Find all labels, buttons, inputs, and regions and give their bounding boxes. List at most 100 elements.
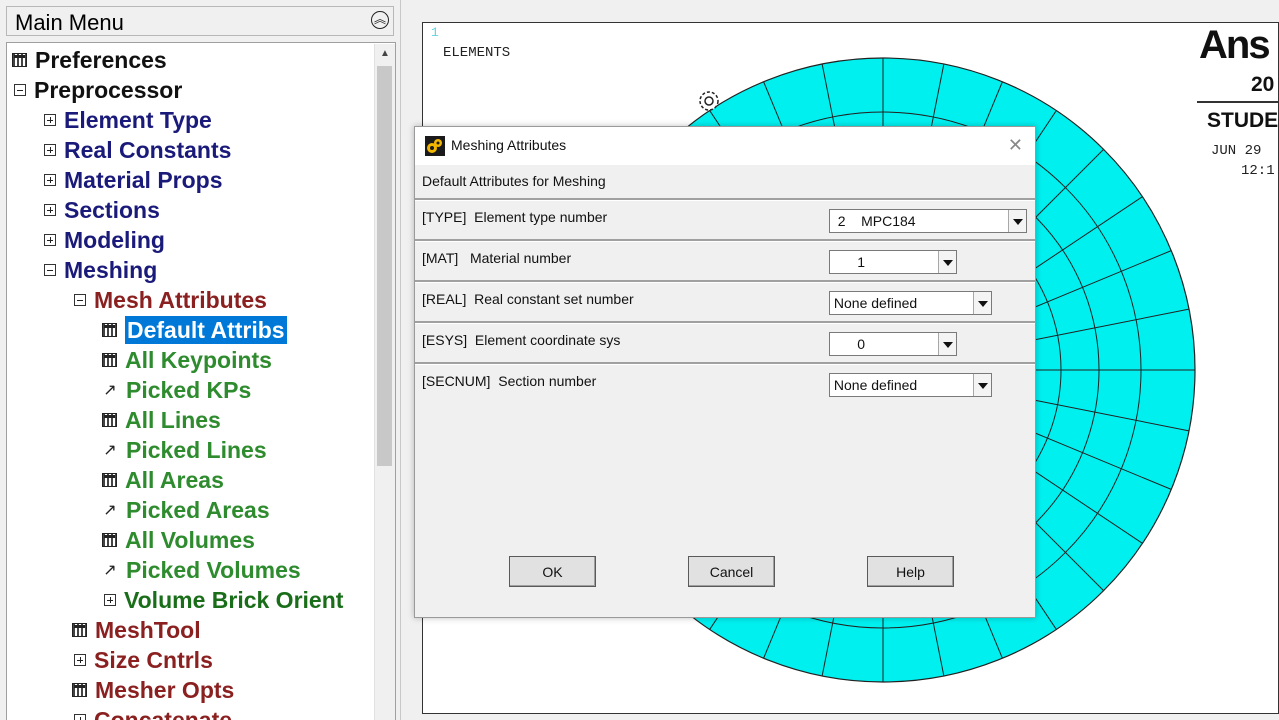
expand-icon[interactable]	[74, 713, 86, 720]
expand-icon[interactable]	[104, 593, 116, 606]
logo-edition: STUDE	[1207, 109, 1279, 132]
calculator-icon	[102, 322, 117, 337]
menu-item-material-props[interactable]: Material Props	[44, 165, 223, 195]
row-separator	[415, 362, 1035, 365]
help-button[interactable]: Help	[867, 556, 954, 587]
menu-item-label: Modeling	[64, 227, 165, 253]
menu-item-all-areas[interactable]: All Areas	[102, 465, 224, 495]
menu-item-label: All Volumes	[125, 527, 255, 553]
row-separator	[415, 198, 1035, 201]
chevron-down-icon[interactable]	[938, 333, 956, 355]
window-number: 1	[431, 25, 439, 40]
busy-gear-icon	[699, 91, 719, 111]
calculator-icon	[72, 622, 87, 637]
real-label: [REAL] Real constant set number	[422, 291, 634, 307]
row-separator	[415, 280, 1035, 283]
row-separator	[415, 239, 1035, 242]
menu-item-all-volumes[interactable]: All Volumes	[102, 525, 255, 555]
menu-item-size-cntrls[interactable]: Size Cntrls	[74, 645, 213, 675]
meshing-attributes-dialog: Meshing Attributes ✕ Default Attributes …	[414, 126, 1036, 618]
calculator-icon	[102, 472, 117, 487]
pick-arrow-icon: ↗	[103, 381, 117, 399]
menu-item-picked-lines[interactable]: ↗ Picked Lines	[102, 435, 267, 465]
element-type-value: 2 MPC184	[830, 213, 916, 229]
menu-item-meshtool[interactable]: MeshTool	[72, 615, 201, 645]
menu-item-label: Mesher Opts	[95, 677, 235, 703]
cancel-button[interactable]: Cancel	[688, 556, 775, 587]
dialog-titlebar[interactable]: Meshing Attributes ✕	[415, 127, 1035, 165]
menu-item-mesher-opts[interactable]: Mesher Opts	[72, 675, 234, 705]
pick-arrow-icon: ↗	[103, 561, 117, 579]
expand-icon[interactable]	[44, 203, 56, 216]
logo-divider	[1197, 101, 1278, 103]
menu-item-modeling[interactable]: Modeling	[44, 225, 165, 255]
menu-item-label: MeshTool	[95, 617, 201, 643]
menu-item-picked-areas[interactable]: ↗ Picked Areas	[102, 495, 269, 525]
calculator-icon	[102, 352, 117, 367]
close-icon[interactable]: ✕	[1008, 135, 1023, 156]
calculator-icon	[12, 52, 27, 67]
chevron-down-icon[interactable]	[1008, 210, 1026, 232]
collapse-all-icon[interactable]: ︽	[371, 11, 389, 29]
main-menu-title: Main Menu	[15, 10, 124, 35]
menu-item-real-constants[interactable]: Real Constants	[44, 135, 231, 165]
menu-item-picked-volumes[interactable]: ↗ Picked Volumes	[102, 555, 301, 585]
menu-item-sections[interactable]: Sections	[44, 195, 160, 225]
scroll-thumb[interactable]	[377, 66, 392, 466]
menu-item-label: Preprocessor	[34, 77, 183, 103]
menu-item-label: Mesh Attributes	[94, 287, 267, 313]
element-type-select[interactable]: 2 MPC184	[829, 209, 1027, 233]
menu-scrollbar[interactable]: ▲	[374, 44, 395, 720]
collapse-icon[interactable]	[44, 263, 56, 276]
menu-item-label: Picked Lines	[126, 437, 267, 463]
menu-item-volume-brick-orient[interactable]: Volume Brick Orient	[104, 585, 343, 615]
menu-item-picked-kps[interactable]: ↗ Picked KPs	[102, 375, 251, 405]
section-number-value: None defined	[830, 377, 918, 393]
ansys-logo: Ans	[1199, 23, 1271, 67]
menu-item-meshing[interactable]: Meshing	[44, 255, 157, 285]
logo-year: 20	[1251, 73, 1275, 96]
pick-arrow-icon: ↗	[103, 501, 117, 519]
menu-item-label: Meshing	[64, 257, 158, 283]
menu-item-label: Element Type	[64, 107, 212, 133]
expand-icon[interactable]	[44, 233, 56, 246]
expand-icon[interactable]	[74, 653, 86, 666]
menu-item-label: All Lines	[125, 407, 221, 433]
chevron-down-icon[interactable]	[938, 251, 956, 273]
plot-label: ELEMENTS	[443, 45, 511, 61]
menu-item-default-attribs[interactable]: Default Attribs	[102, 315, 287, 345]
calculator-icon	[72, 682, 87, 697]
chevron-down-icon[interactable]	[973, 292, 991, 314]
menu-item-preprocessor[interactable]: Preprocessor	[14, 75, 182, 105]
menu-item-label: Volume Brick Orient	[124, 587, 344, 613]
menu-item-mesh-attributes[interactable]: Mesh Attributes	[74, 285, 267, 315]
section-number-select[interactable]: None defined	[829, 373, 992, 397]
menu-item-label: Picked Volumes	[126, 557, 301, 583]
menu-item-all-keypoints[interactable]: All Keypoints	[102, 345, 272, 375]
real-constant-select[interactable]: None defined	[829, 291, 992, 315]
collapse-icon[interactable]	[14, 83, 26, 96]
collapse-icon[interactable]	[74, 293, 86, 306]
menu-item-label: Picked KPs	[126, 377, 252, 403]
material-number-value: 1	[830, 254, 866, 270]
type-label: [TYPE] Element type number	[422, 209, 608, 225]
scroll-up-arrow-icon[interactable]: ▲	[375, 44, 395, 64]
chevron-down-icon[interactable]	[973, 374, 991, 396]
element-coordinate-select[interactable]: 0	[829, 332, 957, 356]
menu-item-concatenate[interactable]: Concatenate	[74, 705, 232, 720]
menu-item-element-type[interactable]: Element Type	[44, 105, 212, 135]
menu-item-label: All Areas	[125, 467, 224, 493]
expand-icon[interactable]	[44, 173, 56, 186]
menu-item-preferences[interactable]: Preferences	[12, 45, 167, 75]
expand-icon[interactable]	[44, 113, 56, 126]
menu-item-label: Concatenate	[94, 707, 233, 720]
pick-arrow-icon: ↗	[103, 441, 117, 459]
material-number-select[interactable]: 1	[829, 250, 957, 274]
menu-item-all-lines[interactable]: All Lines	[102, 405, 221, 435]
menu-item-label: Material Props	[64, 167, 223, 193]
calculator-icon	[102, 412, 117, 427]
ok-button[interactable]: OK	[509, 556, 596, 587]
expand-icon[interactable]	[44, 143, 56, 156]
real-constant-value: None defined	[830, 295, 918, 311]
menu-item-label: Size Cntrls	[94, 647, 213, 673]
